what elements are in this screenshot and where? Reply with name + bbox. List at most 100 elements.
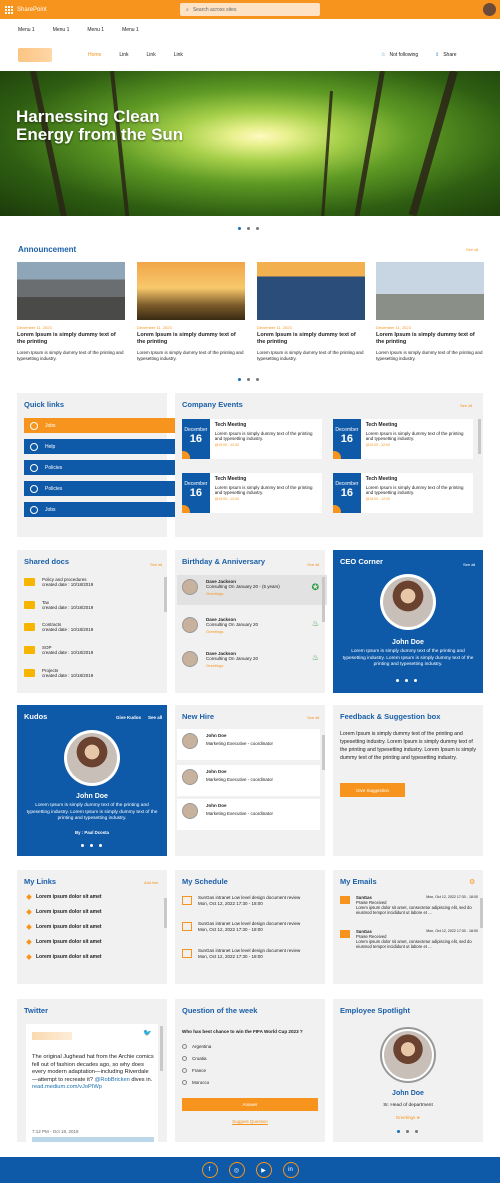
avatar	[182, 733, 198, 749]
event-item[interactable]: December 16 Tech Meeting Lorem Ipsum is si…	[333, 419, 473, 459]
kudos-name: John Doe	[76, 793, 108, 800]
menu-item[interactable]: Menu 1	[53, 27, 70, 33]
kudos-see-all[interactable]: See all	[148, 715, 162, 720]
ceo-see-all[interactable]: See all	[463, 562, 475, 567]
employee-spotlight-card: Employee Spotlight John Doe Sr. Head of …	[333, 999, 483, 1142]
spotlight-pager[interactable]	[397, 1130, 418, 1133]
ceo-pager[interactable]	[396, 679, 417, 682]
quick-link[interactable]: Help	[24, 439, 175, 454]
news-image-power-plant	[376, 262, 484, 320]
links-scrollbar[interactable]	[164, 898, 167, 928]
nav-home[interactable]: Home	[88, 52, 101, 58]
brand-label[interactable]: SharePoint	[17, 7, 47, 13]
birthday-item[interactable]: Dave Jackson Consulting On January 20 Gree…	[177, 613, 327, 643]
my-link[interactable]: Lorem ipsum dolor sit amet	[26, 924, 102, 930]
news-card[interactable]: December 11, 2023 Lorem Ipsum is simply …	[376, 262, 484, 362]
question-title: Question of the week	[182, 1006, 258, 1015]
events-scrollbar[interactable]	[478, 419, 481, 454]
menu-item[interactable]: Menu 1	[87, 27, 104, 33]
add-link-button[interactable]: Add link	[144, 880, 158, 885]
event-item[interactable]: December 16 Tech Meeting Lorem Ipsum is si…	[333, 473, 473, 513]
emails-scrollbar[interactable]	[480, 898, 483, 928]
facebook-icon[interactable]: f	[201, 1162, 218, 1178]
event-item[interactable]: December 16 Tech Meeting Lorem Ipsum is si…	[182, 419, 322, 459]
app-launcher-icon[interactable]	[5, 5, 13, 14]
answer-button[interactable]: Answer	[182, 1098, 318, 1111]
new-hire-item[interactable]: John Doe Marketing Executive - coordinato…	[177, 765, 320, 796]
quick-link[interactable]: Jobs	[24, 502, 175, 517]
give-suggestion-button[interactable]: Give Suggestion	[340, 783, 405, 797]
menu-item[interactable]: Menu 1	[122, 27, 139, 33]
announcement-pager[interactable]	[238, 378, 259, 381]
answer-option[interactable]: Croatia	[182, 1056, 207, 1061]
announcement-see-all[interactable]: See all	[466, 247, 478, 252]
search-input[interactable]: ⌕ Search across sites	[180, 3, 320, 16]
event-item[interactable]: December 16 Tech Meeting Lorem Ipsum is si…	[182, 473, 322, 513]
my-link[interactable]: Lorem ipsum dolor sit amet	[26, 909, 102, 915]
give-kudos-link[interactable]: Give Kudos	[116, 715, 141, 720]
new-hire-item[interactable]: John Doe Marketing Executive - coordinato…	[177, 729, 320, 760]
schedule-item[interactable]: SunGas intranet Low level design documen…	[182, 895, 300, 907]
doc-date: created date : 10/18/2019	[42, 650, 94, 655]
quick-link[interactable]: Jobs	[24, 418, 175, 433]
email-item[interactable]: SunGas Mon, Oct 12, 2022 17:30 - 18:00 Pra…	[340, 929, 478, 949]
greetings-link[interactable]: Greetings	[206, 591, 280, 596]
site-logo[interactable]	[18, 48, 52, 62]
link-icon	[26, 924, 32, 930]
nav-link[interactable]: Link	[174, 52, 183, 58]
my-link[interactable]: Lorem ipsum dolor sit amet	[26, 954, 102, 960]
tweet-embed[interactable]: 🐦 The original Jughead hat from the Arch…	[26, 1024, 158, 1142]
birthday-see-all[interactable]: See all	[307, 562, 319, 567]
docs-scrollbar[interactable]	[164, 577, 167, 612]
quick-link[interactable]: Policies	[24, 481, 175, 496]
nav-link[interactable]: Link	[119, 52, 128, 58]
new-hire-see-all[interactable]: See all	[307, 715, 319, 720]
suggest-question-link[interactable]: Suggest Question	[175, 1119, 325, 1124]
doc-item[interactable]: SOP created date : 10/18/2019	[24, 645, 93, 655]
event-date-badge: December 16	[182, 473, 210, 513]
my-emails-card: My Emails ⚙ SunGas Mon, Oct 12, 2022 17:3…	[333, 870, 483, 984]
nav-link[interactable]: Link	[147, 52, 156, 58]
news-card[interactable]: December 11, 2023 Lorem Ipsum is simply …	[137, 262, 245, 362]
shared-docs-see-all[interactable]: See all	[150, 562, 162, 567]
schedule-item[interactable]: SunGas intranet Low level design documen…	[182, 921, 300, 933]
share-button[interactable]: ⇪ Share	[435, 52, 457, 58]
twitter-scrollbar[interactable]	[160, 1026, 163, 1071]
quick-link[interactable]: Policies	[24, 460, 175, 475]
doc-item[interactable]: Projects created date : 10/18/2019	[24, 668, 93, 678]
menu-item[interactable]: Menu 1	[18, 27, 35, 33]
schedule-item[interactable]: SunGas intranet Low level design documen…	[182, 948, 300, 960]
greetings-link[interactable]: Greetings	[206, 629, 258, 634]
news-card[interactable]: December 11, 2023 Lorem Ipsum is simply …	[17, 262, 125, 362]
hero-pager[interactable]	[238, 227, 259, 230]
youtube-icon[interactable]: ▶	[255, 1162, 272, 1178]
doc-item[interactable]: Tax created date : 10/18/2019	[24, 600, 93, 610]
spotlight-greetings[interactable]: Greetings ➤	[333, 1115, 483, 1121]
follow-button[interactable]: ☆ Not following	[381, 52, 418, 58]
new-hire-item[interactable]: John Doe Marketing Executive - coordinato…	[177, 799, 320, 830]
greetings-link[interactable]: Greetings	[206, 663, 258, 668]
birthday-item[interactable]: Dave Jackson Consulting On January 20 - (…	[177, 575, 327, 605]
events-see-all[interactable]: See all	[460, 403, 472, 408]
doc-item[interactable]: Contracts created date : 10/18/2019	[24, 622, 93, 632]
news-card[interactable]: December 11, 2023 Lorem Ipsum is simply …	[257, 262, 365, 362]
my-link[interactable]: Lorem ipsum dolor sit amet	[26, 894, 102, 900]
ceo-avatar	[380, 574, 436, 630]
my-link[interactable]: Lorem ipsum dolor sit amet	[26, 939, 102, 945]
birthday-scrollbar[interactable]	[322, 577, 325, 622]
email-item[interactable]: SunGas Mon, Oct 12, 2022 17:30 - 18:00 Pra…	[340, 895, 478, 915]
answer-option[interactable]: France	[182, 1068, 206, 1073]
gear-icon[interactable]: ⚙	[469, 878, 475, 886]
shared-docs-card: Shared docs See all Policy and procedure…	[17, 550, 167, 693]
person-sub: Consulting On January 20	[206, 622, 259, 627]
birthday-item[interactable]: Dave Jackson Consulting On January 20 Gree…	[177, 647, 327, 677]
answer-option[interactable]: Morocco	[182, 1080, 209, 1085]
user-avatar[interactable]	[483, 3, 496, 16]
kudos-pager[interactable]	[81, 844, 102, 847]
linkedin-icon[interactable]: in	[282, 1162, 299, 1178]
doc-item[interactable]: Policy and procedures created date : 10/1…	[24, 577, 93, 587]
instagram-icon[interactable]: ◎	[228, 1162, 245, 1178]
new-hire-scrollbar[interactable]	[322, 735, 325, 770]
answer-option[interactable]: Argentina	[182, 1044, 211, 1049]
question-text: Who has best chance to win the FIFA Worl…	[182, 1029, 303, 1034]
